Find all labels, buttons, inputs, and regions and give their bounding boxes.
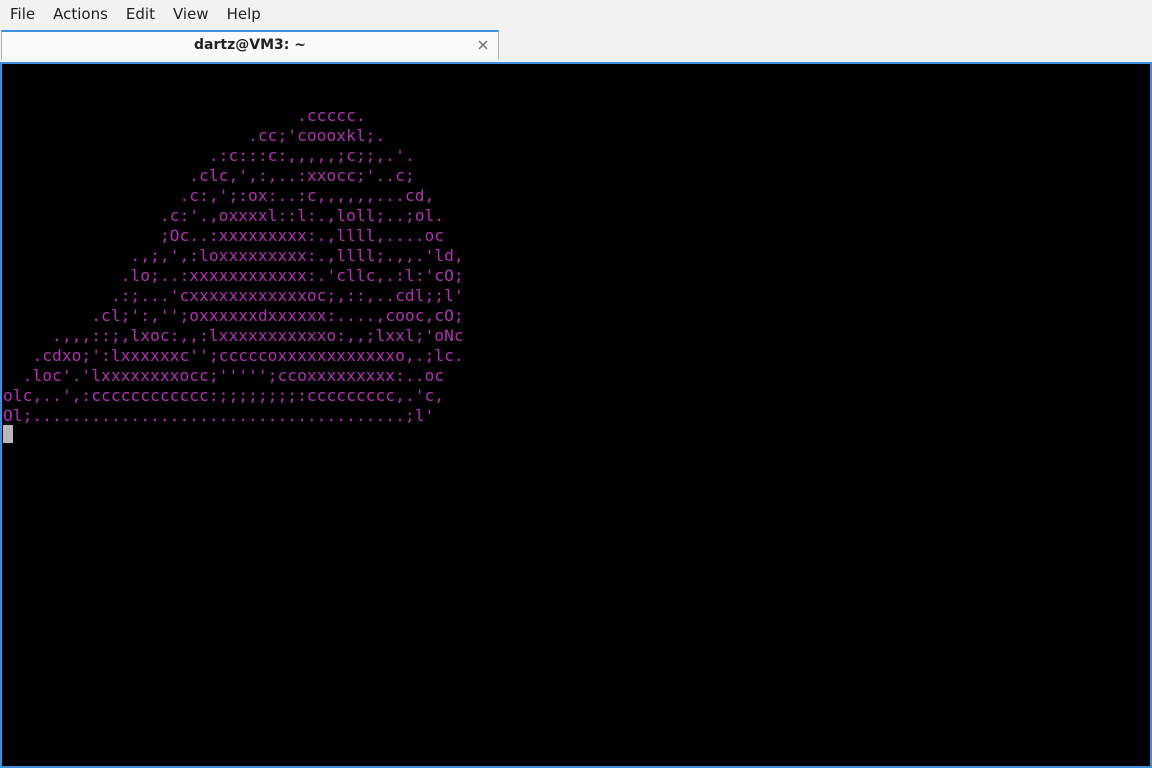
terminal-line: olc,..',:cccccccccccc:;;;;;;;;:ccccccccc… [3, 386, 445, 405]
menu-help[interactable]: Help [219, 0, 269, 29]
terminal-line: .ccccc. [3, 106, 366, 125]
menu-edit[interactable]: Edit [118, 0, 163, 29]
tab-terminal[interactable]: dartz@VM3: ~ [1, 30, 499, 60]
terminal-line: .cl;':,'';oxxxxxxdxxxxxx:....,cooc,cO; [3, 306, 464, 325]
terminal-line: .:c:::c:,,,,,;c;;,.'. [3, 146, 415, 165]
tab-title: dartz@VM3: ~ [194, 37, 306, 53]
menu-file[interactable]: File [2, 0, 43, 29]
tab-bar: dartz@VM3: ~ [0, 29, 1152, 62]
terminal-line: .:;...'cxxxxxxxxxxxxoc;,::,..cdl;;l' [3, 286, 464, 305]
terminal-output-area[interactable]: .ccccc. .cc;'coooxkl;. .:c:::c:,,,,,;c;;… [0, 62, 1152, 768]
terminal-line: Ol;.....................................… [3, 406, 435, 425]
terminal-line: .c:'.,oxxxxl::l:.,loll;..;ol. [3, 206, 445, 225]
menu-bar: File Actions Edit View Help [0, 0, 1152, 29]
menu-actions[interactable]: Actions [45, 0, 116, 29]
terminal-line: .lo;..:xxxxxxxxxxxx:.'cllc,.:l:'cO; [3, 266, 464, 285]
terminal-line: .,,,::;,lxoc:,,:lxxxxxxxxxxxo:,,;lxxl;'o… [3, 326, 464, 345]
terminal-line: .clc,',:,..:xxocc;'..c; [3, 166, 415, 185]
menu-view[interactable]: View [165, 0, 217, 29]
close-icon[interactable] [476, 38, 490, 52]
terminal-line: .loc'.'lxxxxxxxxocc;''''';ccoxxxxxxxxx:.… [3, 366, 445, 385]
ascii-art-output: .ccccc. .cc;'coooxkl;. .:c:::c:,,,,,;c;;… [3, 106, 464, 426]
terminal-line: .c:,';:ox:..:c,,,,,,...cd, [3, 186, 435, 205]
terminal-line: ;Oc..:xxxxxxxxx:.,llll,....oc [3, 226, 445, 245]
terminal-line: .cc;'coooxkl;. [3, 126, 386, 145]
terminal-window: File Actions Edit View Help dartz@VM3: ~… [0, 0, 1152, 768]
text-cursor [3, 425, 13, 443]
terminal-line: .,;,',:loxxxxxxxxx:.,llll;.,,.'ld, [3, 246, 464, 265]
terminal-line: .cdxo;':lxxxxxxc'';cccccoxxxxxxxxxxxxo,.… [3, 346, 464, 365]
